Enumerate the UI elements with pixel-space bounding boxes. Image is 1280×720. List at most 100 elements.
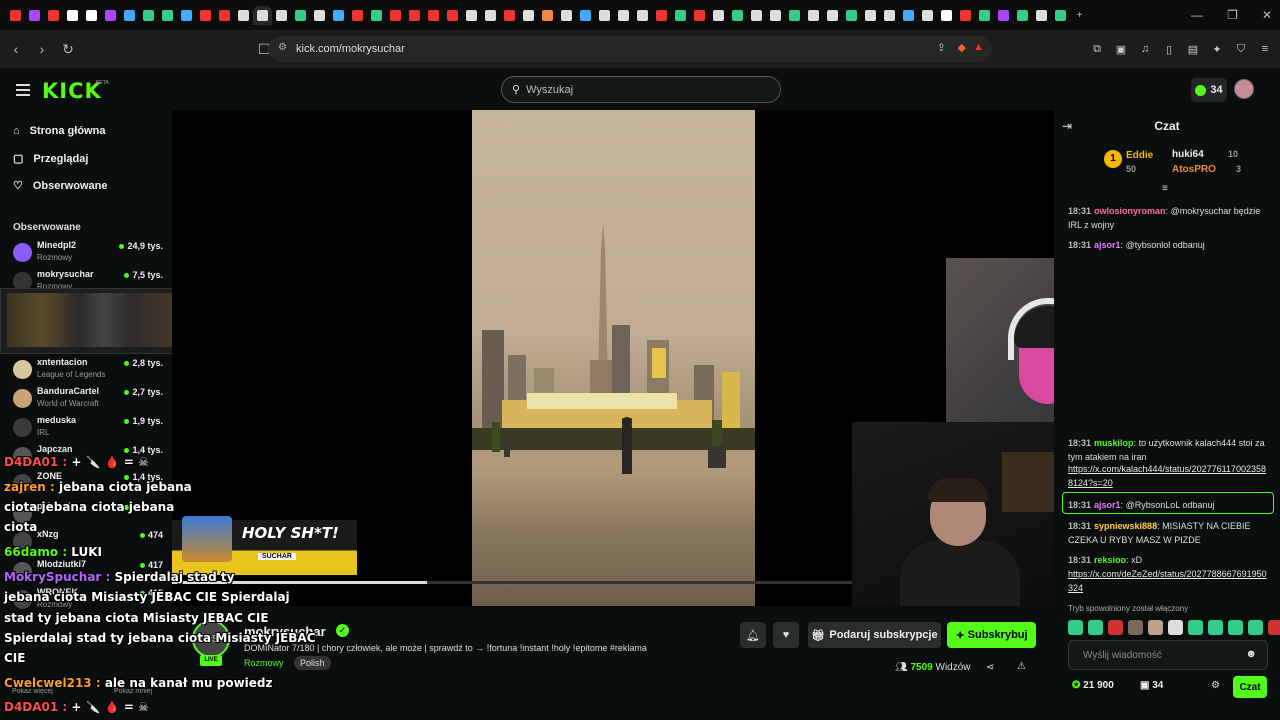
browser-tab[interactable] bbox=[804, 6, 823, 25]
browser-tab[interactable] bbox=[329, 6, 348, 25]
browser-tab[interactable] bbox=[1051, 6, 1070, 25]
browser-tab[interactable] bbox=[557, 6, 576, 25]
browser-tab[interactable] bbox=[253, 5, 272, 25]
emote-icon[interactable] bbox=[1108, 620, 1123, 635]
browser-tab[interactable] bbox=[481, 6, 500, 25]
chat-message-username[interactable]: owlosionyroman bbox=[1094, 206, 1166, 216]
browser-tab[interactable] bbox=[424, 6, 443, 25]
browser-tab[interactable] bbox=[139, 6, 158, 25]
chat-message-username[interactable]: muskilop bbox=[1094, 438, 1134, 448]
leo-icon[interactable]: ✦ bbox=[1210, 42, 1224, 56]
channel-points[interactable]: ✪ 21 900 bbox=[1072, 680, 1114, 691]
browser-tab[interactable] bbox=[652, 6, 671, 25]
emote-icon[interactable] bbox=[1148, 620, 1163, 635]
browser-tab[interactable] bbox=[443, 6, 462, 25]
browser-tab[interactable] bbox=[386, 6, 405, 25]
kick-gems[interactable]: ▣ 34 bbox=[1140, 680, 1163, 691]
chat-message-link[interactable]: https://x.com/deZeZed/status/20277886676… bbox=[1068, 569, 1267, 593]
emoji-icon[interactable]: ☻ bbox=[1245, 648, 1257, 660]
url-field[interactable]: ⚙ kick.com/mokrysuchar ⇪ ◆ ▲ bbox=[268, 36, 992, 62]
browser-tab[interactable] bbox=[310, 6, 329, 25]
emote-icon[interactable] bbox=[1268, 620, 1280, 635]
browser-tab[interactable] bbox=[861, 6, 880, 25]
sidebar-item-following[interactable]: ♡ Obserwowane bbox=[13, 179, 107, 193]
browser-tab[interactable] bbox=[158, 6, 177, 25]
reload-icon[interactable]: ↻ bbox=[58, 39, 78, 59]
emote-icon[interactable] bbox=[1248, 620, 1263, 635]
emote-icon[interactable] bbox=[1228, 620, 1243, 635]
browser-tab[interactable] bbox=[120, 6, 139, 25]
kick-logo[interactable]: KICK bbox=[42, 79, 102, 103]
reader-icon[interactable]: ▣ bbox=[1114, 42, 1128, 56]
brave-shield-icon[interactable]: ◆ bbox=[958, 41, 966, 54]
emote-icon[interactable] bbox=[1088, 620, 1103, 635]
site-info-icon[interactable]: ⚙ bbox=[278, 42, 287, 53]
browser-tab[interactable] bbox=[500, 6, 519, 25]
chat-send-button[interactable]: Czat bbox=[1233, 676, 1267, 698]
report-icon[interactable]: ⚠ bbox=[1017, 661, 1026, 672]
browser-tab[interactable] bbox=[766, 6, 785, 25]
emote-icon[interactable] bbox=[1168, 620, 1183, 635]
browser-tab[interactable] bbox=[728, 6, 747, 25]
share-icon[interactable]: ⇪ bbox=[937, 41, 946, 54]
sidebar-item-home[interactable]: ⌂ Strona główna bbox=[13, 125, 105, 137]
hamburger-menu-icon[interactable] bbox=[16, 84, 30, 96]
follow-button[interactable]: ♥ bbox=[773, 622, 799, 648]
chat-settings-icon[interactable]: ⚙ bbox=[1211, 680, 1220, 691]
sidebar-icon[interactable]: ▯ bbox=[1162, 42, 1176, 56]
browser-tab[interactable] bbox=[215, 6, 234, 25]
minimize-icon[interactable]: — bbox=[1191, 8, 1203, 22]
browser-tab[interactable] bbox=[82, 6, 101, 25]
browser-tab[interactable] bbox=[1032, 6, 1051, 25]
leaderboard-third-name[interactable]: AtosPRO bbox=[1172, 164, 1216, 175]
browser-tab[interactable] bbox=[899, 6, 918, 25]
sidebar-item-browse[interactable]: ▢ Przeglądaj bbox=[13, 152, 88, 166]
browser-tab[interactable] bbox=[842, 6, 861, 25]
language-tag[interactable]: Polish bbox=[294, 656, 331, 670]
browser-tab[interactable] bbox=[918, 6, 937, 25]
emote-icon[interactable] bbox=[1208, 620, 1223, 635]
user-avatar[interactable] bbox=[1234, 79, 1254, 99]
browser-tab[interactable] bbox=[177, 6, 196, 25]
chat-message-input[interactable]: Wyślij wiadomość ☻ bbox=[1068, 640, 1268, 670]
browser-tab[interactable] bbox=[6, 6, 25, 25]
expand-leaderboard-icon[interactable]: ≡ bbox=[1162, 183, 1168, 194]
extensions-icon[interactable]: ⧉ bbox=[1090, 42, 1104, 56]
gift-subscription-button[interactable]: 🎁︎ Podaruj subskrypcje bbox=[808, 622, 941, 648]
share-icon[interactable]: ⋖ bbox=[986, 662, 994, 673]
emote-icon[interactable] bbox=[1068, 620, 1083, 635]
browser-tab[interactable] bbox=[994, 6, 1013, 25]
browser-tab[interactable] bbox=[690, 6, 709, 25]
browser-tab[interactable] bbox=[291, 6, 310, 25]
browser-tab[interactable] bbox=[595, 6, 614, 25]
followed-channel-item[interactable]: Minedpl2 Rozmowy 24,9 tys. bbox=[13, 239, 163, 265]
menu-icon[interactable]: ≡ bbox=[1258, 42, 1272, 56]
browser-tab[interactable] bbox=[1013, 6, 1032, 25]
browser-tab[interactable] bbox=[956, 6, 975, 25]
browser-tab[interactable] bbox=[785, 6, 804, 25]
browser-tab[interactable] bbox=[405, 6, 424, 25]
kick-points-button[interactable]: 34 bbox=[1191, 78, 1227, 102]
browser-tab[interactable] bbox=[709, 6, 728, 25]
browser-tab[interactable] bbox=[44, 6, 63, 25]
leaderboard-second-name[interactable]: huki64 bbox=[1172, 149, 1204, 160]
browser-tab[interactable] bbox=[538, 6, 557, 25]
browser-tab[interactable] bbox=[975, 6, 994, 25]
music-icon[interactable]: ♫ bbox=[1138, 42, 1152, 56]
close-window-icon[interactable]: ✕ bbox=[1262, 8, 1272, 22]
browser-tab[interactable] bbox=[880, 6, 899, 25]
subscribe-button[interactable]: ✦ Subskrybuj bbox=[947, 622, 1036, 648]
browser-tab[interactable] bbox=[671, 6, 690, 25]
maximize-icon[interactable]: ❐ bbox=[1227, 8, 1238, 22]
browser-tab[interactable] bbox=[272, 6, 291, 25]
leaderboard-first-name[interactable]: Eddie bbox=[1126, 150, 1153, 161]
wallet-icon[interactable]: ▤ bbox=[1186, 42, 1200, 56]
browser-tab[interactable] bbox=[101, 6, 120, 25]
back-icon[interactable]: ‹ bbox=[6, 39, 26, 59]
browser-tab[interactable] bbox=[576, 6, 595, 25]
chat-message-username[interactable]: sypniewski888 bbox=[1094, 521, 1157, 531]
browser-tab[interactable] bbox=[196, 6, 215, 25]
browser-tab[interactable] bbox=[519, 6, 538, 25]
browser-tab[interactable] bbox=[462, 6, 481, 25]
chat-message-link[interactable]: https://x.com/kalach444/status/202776117… bbox=[1068, 464, 1266, 488]
